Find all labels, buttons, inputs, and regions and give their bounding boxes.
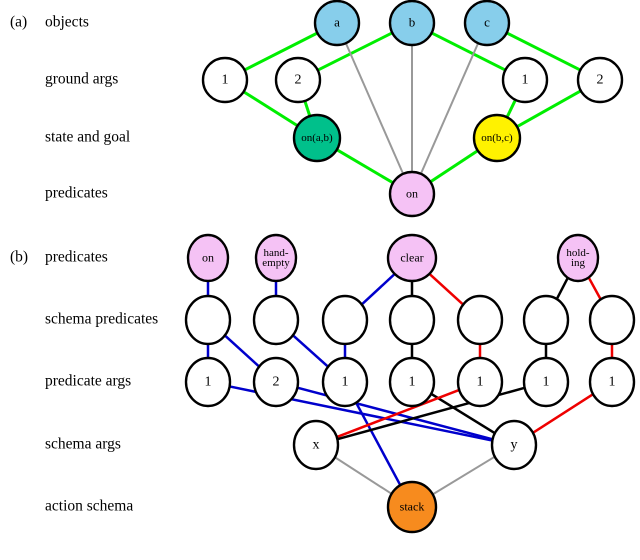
edge-a_obj_c-to-a_pred_on bbox=[419, 42, 480, 175]
node-b_pa_5[interactable]: 1 bbox=[456, 356, 504, 408]
row-label-action-schema: action schema bbox=[45, 498, 133, 515]
edge-b_p_clear-to-b_sp_3 bbox=[360, 273, 396, 306]
row-label-predicates: predicates bbox=[45, 185, 108, 202]
edge-a_obj_a-to-a_pred_on bbox=[344, 42, 405, 175]
row-label-predicate-args: predicate args bbox=[45, 373, 131, 390]
node-shape-b_sa_y bbox=[490, 419, 538, 471]
node-b_p_on[interactable]: on bbox=[186, 233, 230, 283]
node-shape-b_pa_4 bbox=[388, 356, 436, 408]
row-label-schema-predicates: schema predicates bbox=[45, 311, 158, 328]
node-b_pa_1[interactable]: 1 bbox=[184, 356, 232, 408]
nodes-layer: a b c1 2 1 2on(a,b) on(b,c)onon hand-empty clear… bbox=[184, 0, 636, 534]
node-b_action[interactable]: stack bbox=[386, 480, 438, 534]
node-b_pa_2[interactable]: 2 bbox=[252, 356, 300, 408]
edge-b_p_hold-to-b_sp_6 bbox=[555, 277, 569, 300]
node-b_sa_x[interactable]: x bbox=[292, 419, 340, 471]
node-b_pa_3[interactable]: 1 bbox=[321, 356, 369, 408]
node-shape-a_ga_4 bbox=[576, 56, 624, 104]
node-shape-a_ga_1 bbox=[201, 56, 249, 104]
node-shape-b_p_hand bbox=[254, 233, 298, 283]
node-b_sp_1[interactable] bbox=[184, 294, 232, 346]
node-a_obj_b[interactable]: b bbox=[388, 0, 436, 47]
figure-canvas: a b c 1 2 1 2 on(a,b) on(b,c) on on hand-empty clear… bbox=[0, 0, 640, 560]
node-b_sp_7[interactable] bbox=[588, 294, 636, 346]
node-shape-b_p_hold bbox=[556, 233, 600, 283]
node-b_p_clear[interactable]: clear bbox=[386, 233, 438, 283]
node-shape-b_p_clear bbox=[386, 233, 438, 283]
edge-b_sp_2-to-b_pa_3 bbox=[292, 334, 329, 368]
row-label-objects: objects bbox=[45, 14, 89, 31]
node-a_ga_1[interactable]: 1 bbox=[201, 56, 249, 104]
node-shape-b_sa_x bbox=[292, 419, 340, 471]
edge-b_p_clear-to-b_sp_5 bbox=[428, 272, 464, 306]
node-a_goal[interactable]: on(b,c) bbox=[472, 113, 522, 163]
node-b_p_hold[interactable]: hold-ing bbox=[556, 233, 600, 283]
edge-a_state-to-a_pred_on bbox=[336, 148, 394, 185]
node-shape-a_obj_a bbox=[313, 0, 361, 47]
edge-b_sp_1-to-b_pa_2 bbox=[224, 334, 260, 368]
edge-a_ga_3-to-a_goal bbox=[505, 99, 517, 118]
node-shape-b_pa_6 bbox=[522, 356, 570, 408]
node-shape-a_ga_2 bbox=[274, 56, 322, 104]
node-a_pred_on[interactable]: on bbox=[388, 170, 436, 218]
node-b_sp_2[interactable] bbox=[252, 294, 300, 346]
node-shape-a_pred_on bbox=[388, 170, 436, 218]
node-shape-b_pa_5 bbox=[456, 356, 504, 408]
node-shape-b_pa_7 bbox=[588, 356, 636, 408]
panel-tag-a: (a) bbox=[10, 14, 27, 31]
node-shape-b_sp_5 bbox=[456, 294, 504, 346]
row-label-predicates: predicates bbox=[45, 249, 108, 266]
row-label-schema-args: schema args bbox=[45, 436, 121, 453]
edge-a_goal-to-a_pred_on bbox=[429, 149, 479, 184]
edge-b_sa_y-to-b_action bbox=[432, 455, 496, 496]
node-shape-b_pa_3 bbox=[321, 356, 369, 408]
planning-graph-diagram: a b c1 2 1 2on(a,b) on(b,c)onon hand-empty clear… bbox=[10, 0, 636, 534]
node-shape-b_sp_1 bbox=[184, 294, 232, 346]
node-shape-b_action bbox=[386, 480, 438, 534]
node-shape-a_ga_3 bbox=[501, 56, 549, 104]
node-a_obj_c[interactable]: c bbox=[463, 0, 511, 47]
node-a_ga_4[interactable]: 2 bbox=[576, 56, 624, 104]
row-label-ground-args: ground args bbox=[45, 71, 118, 88]
node-shape-b_pa_1 bbox=[184, 356, 232, 408]
node-a_ga_3[interactable]: 1 bbox=[501, 56, 549, 104]
node-b_pa_6[interactable]: 1 bbox=[522, 356, 570, 408]
edge-b_p_hold-to-b_sp_7 bbox=[587, 276, 602, 301]
node-shape-b_sp_4 bbox=[388, 294, 436, 346]
node-a_state[interactable]: on(a,b) bbox=[292, 113, 342, 163]
edge-b_sa_x-to-b_action bbox=[334, 456, 393, 495]
node-b_pa_4[interactable]: 1 bbox=[388, 356, 436, 408]
node-shape-b_p_on bbox=[186, 233, 230, 283]
node-shape-a_state bbox=[292, 113, 342, 163]
node-shape-b_sp_2 bbox=[252, 294, 300, 346]
edge-a_ga_2-to-a_state bbox=[303, 100, 312, 117]
node-shape-a_obj_c bbox=[463, 0, 511, 47]
row-labels-layer: (a) (b) objects ground args state and goal pr… bbox=[10, 14, 158, 515]
node-b_pa_7[interactable]: 1 bbox=[588, 356, 636, 408]
panel-tag-b: (b) bbox=[10, 249, 28, 266]
node-shape-b_sp_7 bbox=[588, 294, 636, 346]
node-b_sp_6[interactable] bbox=[522, 294, 570, 346]
node-shape-b_pa_2 bbox=[252, 356, 300, 408]
node-shape-b_sp_6 bbox=[522, 294, 570, 346]
node-a_ga_2[interactable]: 2 bbox=[274, 56, 322, 104]
node-b_sp_5[interactable] bbox=[456, 294, 504, 346]
node-b_sp_3[interactable] bbox=[321, 294, 369, 346]
node-shape-a_obj_b bbox=[388, 0, 436, 47]
node-b_p_hand[interactable]: hand-empty bbox=[254, 233, 298, 283]
node-shape-b_sp_3 bbox=[321, 294, 369, 346]
node-shape-a_goal bbox=[472, 113, 522, 163]
node-a_obj_a[interactable]: a bbox=[313, 0, 361, 47]
node-b_sa_y[interactable]: y bbox=[490, 419, 538, 471]
node-b_sp_4[interactable] bbox=[388, 294, 436, 346]
row-label-state-and-goal: state and goal bbox=[45, 129, 130, 146]
